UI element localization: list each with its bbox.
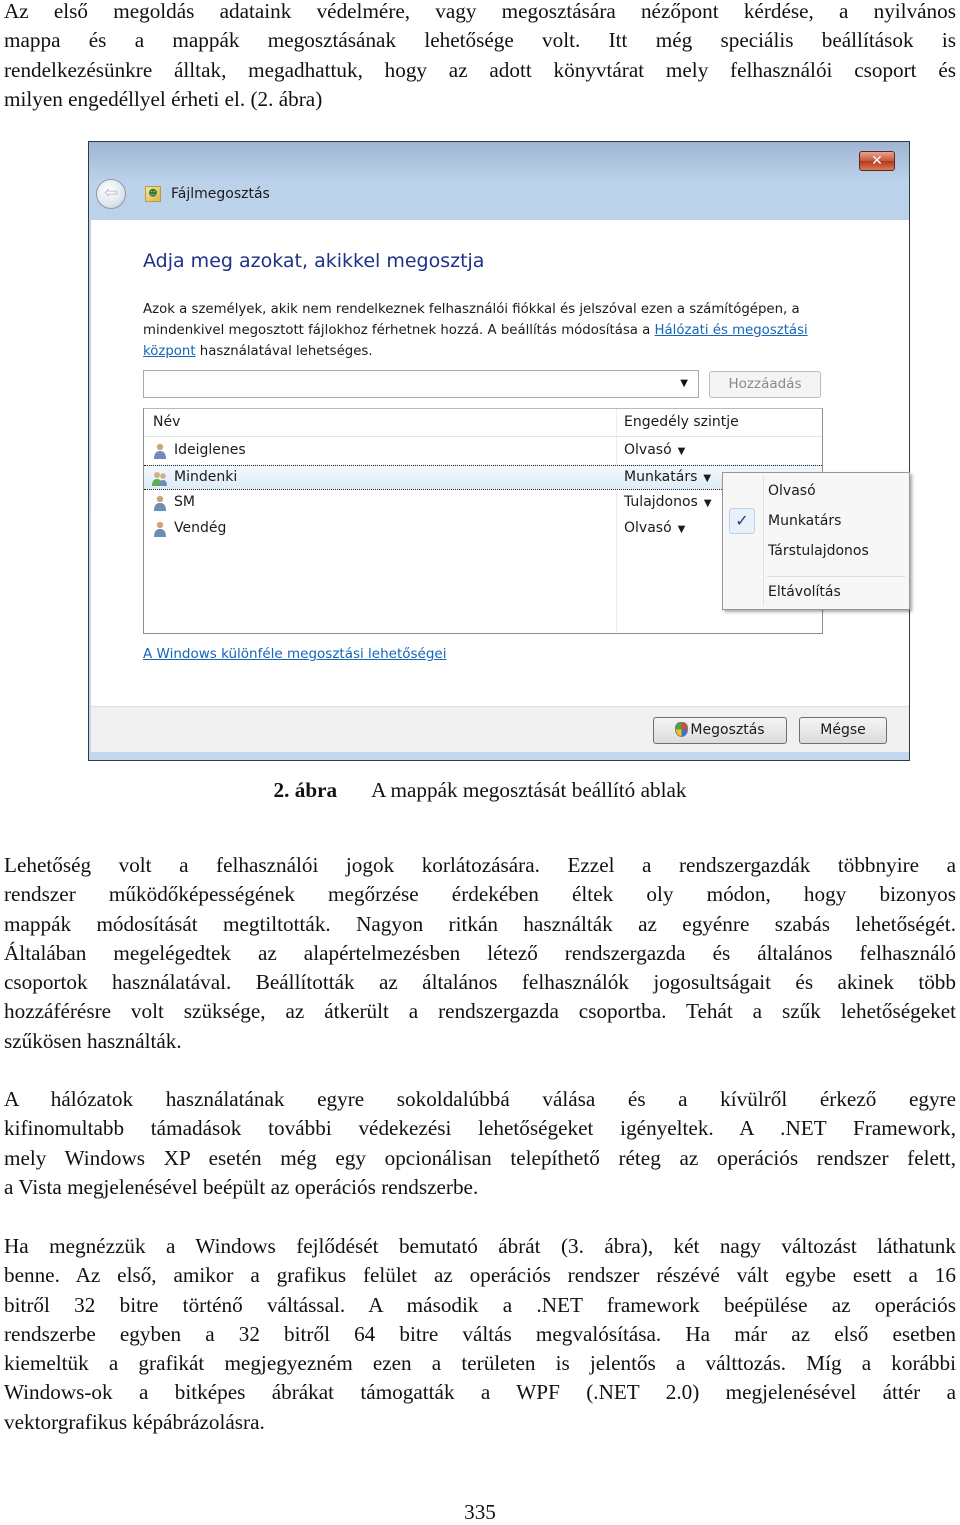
user-name: Ideiglenes bbox=[174, 442, 246, 458]
dialog-content: Adja meg azokat, akikkel megosztja Azok … bbox=[91, 220, 909, 706]
permission-value: Tulajdonos bbox=[624, 494, 698, 510]
back-button[interactable]: ⇦ bbox=[96, 179, 126, 209]
menu-item-tarstulajdonos[interactable]: Társtulajdonos bbox=[768, 543, 869, 559]
permission-dropdown[interactable]: Munkatárs ▼ bbox=[624, 469, 711, 485]
checkmark-icon: ✓ bbox=[729, 508, 755, 534]
user-icon bbox=[154, 443, 166, 459]
back-arrow-icon: ⇦ bbox=[103, 183, 119, 203]
menu-separator bbox=[767, 576, 905, 577]
share-button[interactable]: Megosztás bbox=[653, 717, 787, 744]
description-text-end: használatával lehetséges. bbox=[195, 344, 373, 359]
text-line: rendelkezésünkre álltak, megadhattuk, ho… bbox=[4, 57, 956, 82]
text-line: Ha megnézzük a Windows fejlődését bemuta… bbox=[4, 1234, 956, 1258]
text-line: benne. Az első, amikor a grafikus felüle… bbox=[4, 1263, 956, 1288]
user-permission-list: Név Engedély szintje Ideiglenes Olvasó ▼ … bbox=[143, 408, 823, 634]
dropdown-arrow-icon: ▼ bbox=[677, 446, 686, 457]
text-line: csoportok használatával. Beállították az… bbox=[4, 970, 956, 995]
permission-value: Olvasó bbox=[624, 520, 672, 536]
user-icon bbox=[154, 495, 166, 511]
user-name: SM bbox=[174, 494, 195, 510]
dialog-title: Fájlmegosztás bbox=[171, 186, 270, 202]
cancel-button[interactable]: Mégse bbox=[799, 717, 887, 744]
text-line: a Vista megjelenésével beépült az operác… bbox=[4, 1174, 479, 1199]
close-button[interactable]: ✕ bbox=[859, 151, 895, 171]
dialog-footer: Megosztás Mégse bbox=[91, 706, 909, 752]
page-number: 335 bbox=[464, 1500, 496, 1524]
close-icon: ✕ bbox=[871, 153, 883, 169]
text-line: szűkösen használták. bbox=[4, 1028, 182, 1053]
body-paragraph: A hálózatok használatának egyre sokoldal… bbox=[4, 1085, 956, 1202]
permission-context-menu: ✓ Olvasó Munkatárs Társtulajdonos Eltávo… bbox=[722, 472, 910, 610]
dropdown-arrow-icon: ▼ bbox=[703, 473, 712, 484]
list-item[interactable]: SM Tulajdonos ▼ bbox=[144, 491, 822, 516]
menu-item-eltavolitas[interactable]: Eltávolítás bbox=[768, 584, 841, 600]
text-line: rendszerbe egyben a 32 bitről 64 bitre v… bbox=[4, 1321, 956, 1346]
text-line: Általában megelégedtek az alapértelmezés… bbox=[4, 940, 956, 965]
text-line: Windows-ok a bitképes ábrákat támogatták… bbox=[4, 1380, 956, 1405]
text-line: mely Windows XP esetén még egy opcionáli… bbox=[4, 1145, 956, 1170]
text-line: bitről 32 bitre történő váltással. A más… bbox=[4, 1292, 956, 1317]
list-item[interactable]: Mindenki Munkatárs ▼ bbox=[144, 465, 822, 490]
list-item[interactable]: Vendég Olvasó ▼ bbox=[144, 517, 822, 542]
text-line: Lehetőség volt a felhasználói jogok korl… bbox=[4, 853, 956, 877]
dialog-heading: Adja meg azokat, akikkel megosztja bbox=[143, 250, 485, 272]
menu-gutter bbox=[763, 476, 764, 606]
figure-caption-text: A mappák megosztását beállító ablak bbox=[371, 778, 687, 802]
text-line: kiemeltük a grafikát megjegyezném ezen a… bbox=[4, 1351, 956, 1376]
intro-paragraph: Az első megoldás adataink védelmére, vag… bbox=[4, 0, 956, 114]
permission-dropdown[interactable]: Olvasó ▼ bbox=[624, 442, 685, 458]
text-line: rendszer működőképességének megőrzése ér… bbox=[4, 882, 956, 907]
figure-caption: 2. ábra A mappák megosztását beállító abl… bbox=[0, 778, 960, 803]
dropdown-arrow-icon[interactable]: ▼ bbox=[680, 378, 688, 389]
menu-item-olvaso[interactable]: Olvasó bbox=[768, 483, 816, 499]
file-sharing-icon: ☻ bbox=[145, 186, 161, 202]
sharing-options-link[interactable]: A Windows különféle megosztási lehetőség… bbox=[143, 646, 447, 662]
figure-number: 2. ábra bbox=[273, 778, 338, 802]
user-icon bbox=[154, 521, 166, 537]
dropdown-arrow-icon: ▼ bbox=[703, 498, 712, 509]
file-sharing-dialog: ✕ ⇦ ☻ Fájlmegosztás Adja meg azokat, aki… bbox=[88, 141, 910, 761]
permission-value: Olvasó bbox=[624, 442, 672, 458]
text-line: mappák módosítását megtiltották. Nagyon … bbox=[4, 911, 956, 936]
group-icon bbox=[152, 472, 167, 486]
column-header-name[interactable]: Név bbox=[153, 414, 180, 430]
text-line: vektorgrafikus képábrázolásra. bbox=[4, 1409, 265, 1434]
user-name: Mindenki bbox=[174, 469, 238, 485]
dropdown-arrow-icon: ▼ bbox=[677, 524, 686, 535]
text-line: milyen engedéllyel érheti el. (2. ábra) bbox=[4, 86, 323, 111]
list-header: Név Engedély szintje bbox=[144, 409, 822, 437]
body-paragraph: Ha megnézzük a Windows fejlődését bemuta… bbox=[4, 1232, 956, 1437]
text-line: Az első megoldás adataink védelmére, vag… bbox=[4, 0, 956, 23]
column-header-permission[interactable]: Engedély szintje bbox=[624, 414, 739, 430]
permission-dropdown[interactable]: Olvasó ▼ bbox=[624, 520, 685, 536]
text-line: A hálózatok használatának egyre sokoldal… bbox=[4, 1087, 956, 1111]
menu-item-munkatars[interactable]: Munkatárs bbox=[768, 513, 841, 529]
uac-shield-icon bbox=[675, 722, 689, 737]
text-line: hozzáférésre volt szüksége, az átkerült … bbox=[4, 999, 956, 1024]
dialog-description: Azok a személyek, akik nem rendelkeznek … bbox=[143, 299, 843, 362]
permission-dropdown[interactable]: Tulajdonos ▼ bbox=[624, 494, 712, 510]
permission-value: Munkatárs bbox=[624, 469, 698, 485]
body-paragraph: Lehetőség volt a felhasználói jogok korl… bbox=[4, 851, 956, 1056]
text-line: mappa és a mappák megosztásának lehetősé… bbox=[4, 28, 956, 53]
text-line: kifinomultabb támadások további védekezé… bbox=[4, 1116, 956, 1141]
share-button-label: Megosztás bbox=[690, 722, 765, 738]
user-name: Vendég bbox=[174, 520, 227, 536]
user-select-combobox[interactable]: ▼ bbox=[143, 370, 699, 398]
list-item[interactable]: Ideiglenes Olvasó ▼ bbox=[144, 439, 822, 464]
add-button[interactable]: Hozzáadás bbox=[709, 371, 821, 398]
